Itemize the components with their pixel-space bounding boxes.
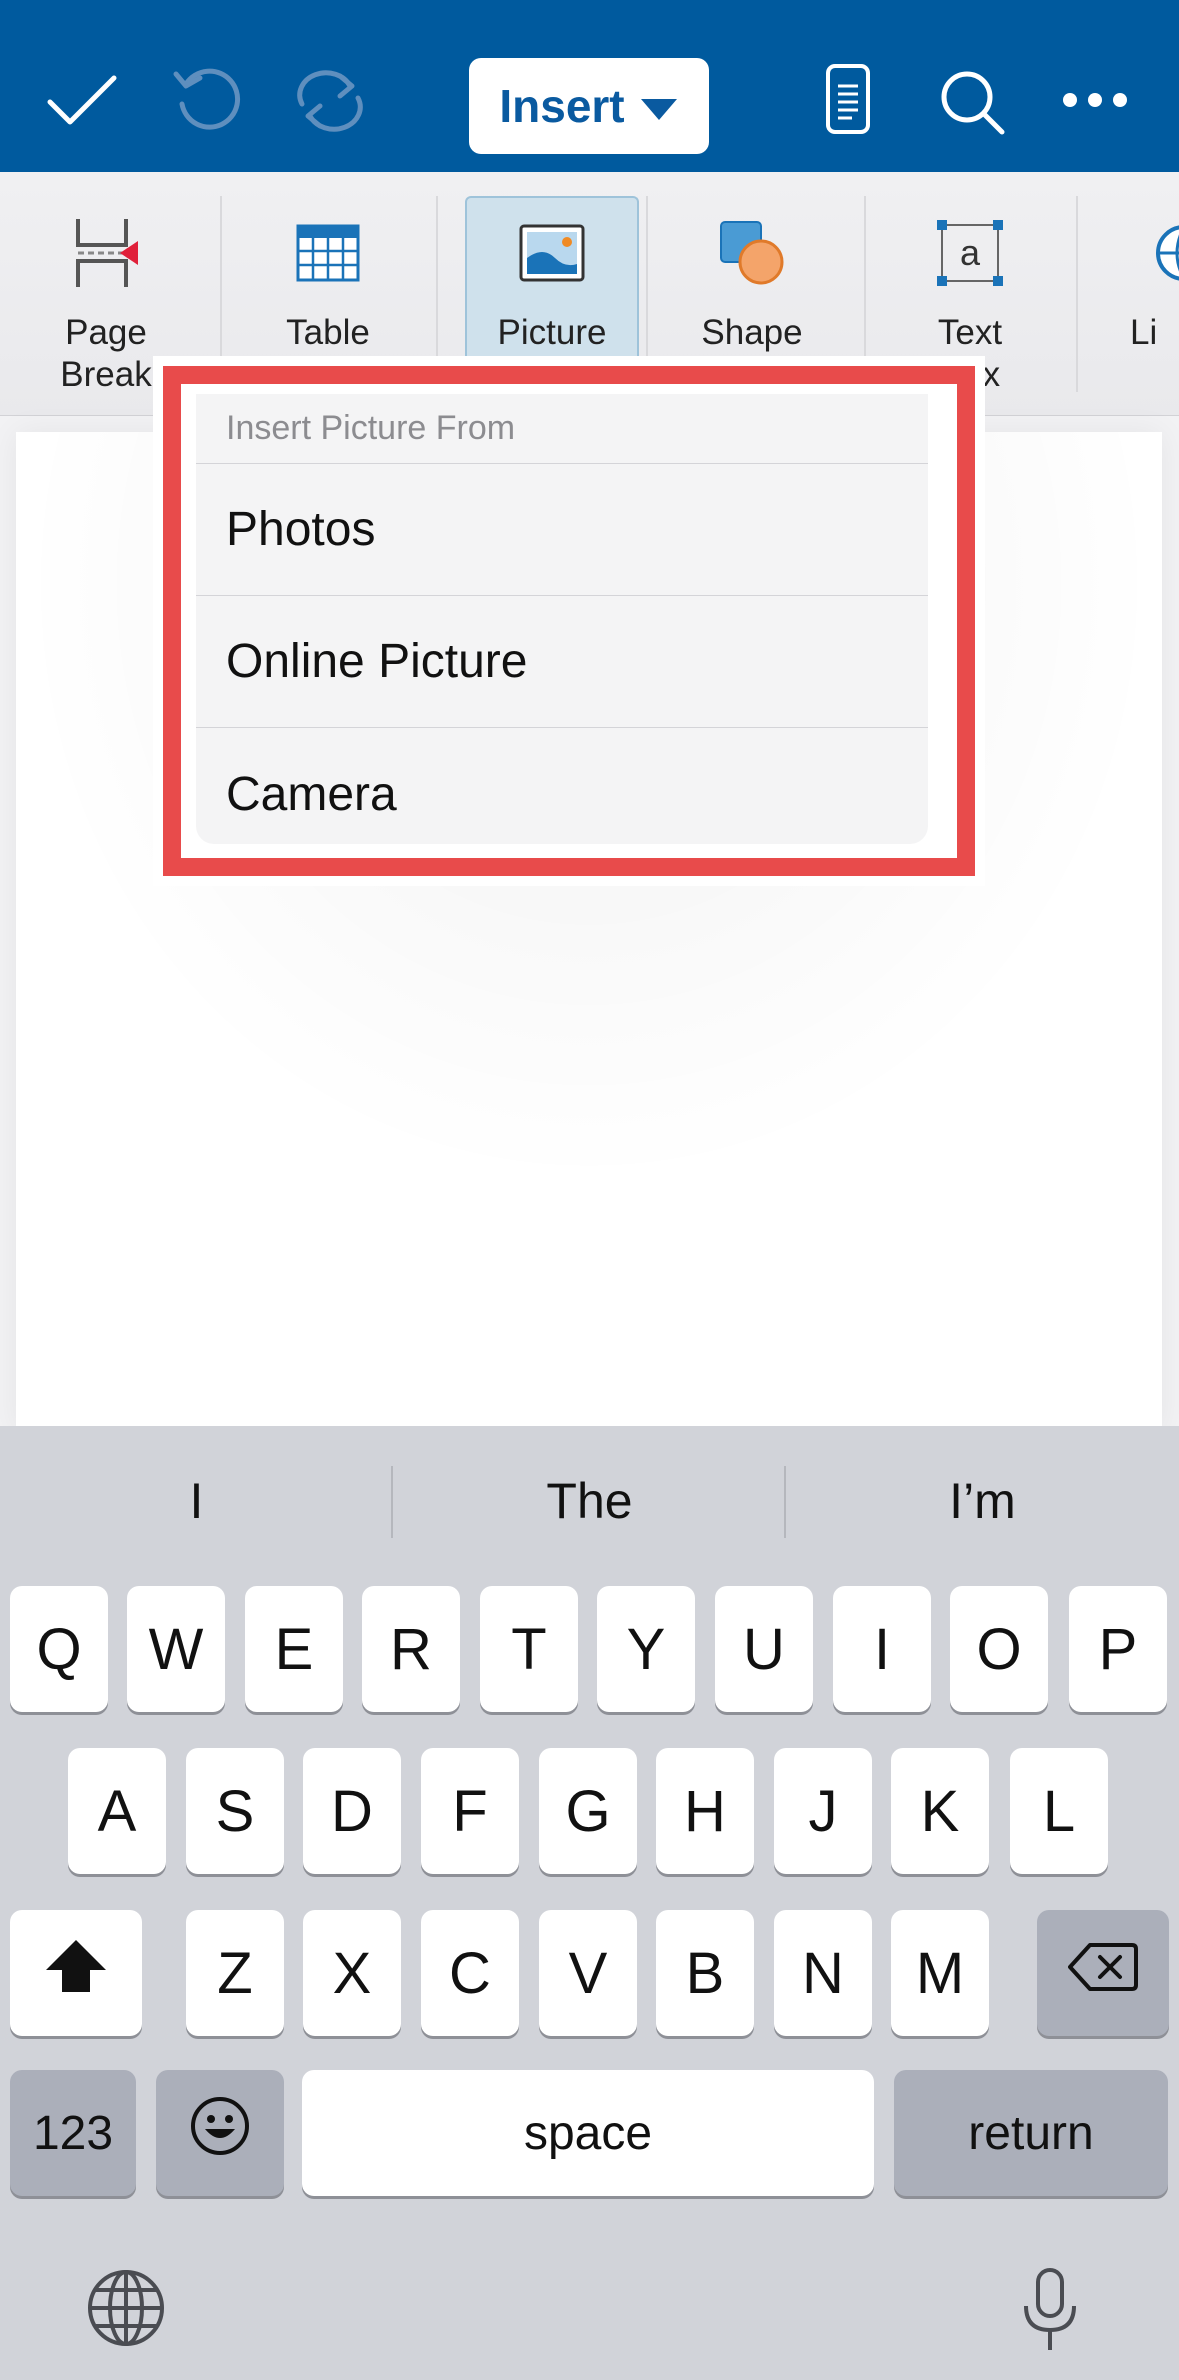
key-l[interactable]: L [1010,1748,1108,1874]
page-break-icon [70,208,142,298]
shift-key[interactable] [10,1910,142,2036]
checkmark-icon[interactable] [44,70,120,130]
ribbon-label-link: Li [1130,313,1158,352]
key-q[interactable]: Q [10,1586,108,1712]
key-v[interactable]: V [539,1910,637,2036]
redo-icon[interactable] [290,64,370,136]
insert-picture-menu: Insert Picture From Photos Online Pictur… [196,394,928,844]
globe-icon[interactable] [86,2268,166,2353]
ribbon-label-picture: Picture [497,313,607,352]
ribbon-label-shape: Shape [701,313,803,352]
key-m[interactable]: M [891,1910,989,2036]
suggestion-1[interactable]: I [0,1426,393,1576]
key-h[interactable]: H [656,1748,754,1874]
insert-tab-dropdown[interactable]: Insert [469,58,709,154]
svg-text:a: a [960,232,981,273]
numbers-key[interactable]: 123 [10,2070,136,2196]
key-n[interactable]: N [774,1910,872,2036]
key-e[interactable]: E [245,1586,343,1712]
emoji-icon [189,2095,251,2171]
ribbon-label-table: Table [286,313,370,352]
table-icon [296,208,360,298]
key-p[interactable]: P [1069,1586,1167,1712]
key-s[interactable]: S [186,1748,284,1874]
delete-key[interactable] [1037,1910,1169,2036]
key-g[interactable]: G [539,1748,637,1874]
ribbon-item-link[interactable]: Li [1130,172,1179,415]
backspace-icon [1068,1940,1138,2007]
insert-label: Insert [499,80,625,132]
ribbon-label-page-break: Page Break [60,313,152,394]
text-box-icon: a [936,208,1004,298]
suggestion-3[interactable]: I’m [786,1426,1179,1576]
suggestion-2[interactable]: The [393,1426,786,1576]
undo-icon[interactable] [172,64,244,136]
menu-item-online-picture[interactable]: Online Picture [196,596,928,728]
shape-icon [719,208,785,298]
suggestion-bar: I The I’m [0,1426,1179,1576]
key-a[interactable]: A [68,1748,166,1874]
key-r[interactable]: R [362,1586,460,1712]
key-t[interactable]: T [480,1586,578,1712]
search-icon[interactable] [938,68,1006,136]
key-i[interactable]: I [833,1586,931,1712]
key-x[interactable]: X [303,1910,401,2036]
key-k[interactable]: K [891,1748,989,1874]
link-icon [1150,208,1179,298]
key-j[interactable]: J [774,1748,872,1874]
chevron-down-icon [639,79,679,133]
key-f[interactable]: F [421,1748,519,1874]
ribbon-divider [1076,196,1078,392]
mobile-view-icon[interactable] [822,62,874,138]
keyboard: I The I’m Q W E R T Y U I O P A S D F G … [0,1426,1179,2380]
emoji-key[interactable] [156,2070,284,2196]
key-y[interactable]: Y [597,1586,695,1712]
key-u[interactable]: U [715,1586,813,1712]
key-w[interactable]: W [127,1586,225,1712]
menu-header: Insert Picture From [196,394,928,464]
key-o[interactable]: O [950,1586,1048,1712]
menu-item-camera[interactable]: Camera [196,728,928,844]
key-z[interactable]: Z [186,1910,284,2036]
top-toolbar: Insert [0,0,1179,172]
key-b[interactable]: B [656,1910,754,2036]
microphone-icon[interactable] [1020,2266,1080,2359]
shift-icon [44,1938,108,2008]
menu-item-photos[interactable]: Photos [196,464,928,596]
picture-icon [519,208,585,298]
space-key[interactable]: space [302,2070,874,2196]
more-options-icon[interactable] [1060,88,1130,112]
key-d[interactable]: D [303,1748,401,1874]
return-key[interactable]: return [894,2070,1168,2196]
key-c[interactable]: C [421,1910,519,2036]
